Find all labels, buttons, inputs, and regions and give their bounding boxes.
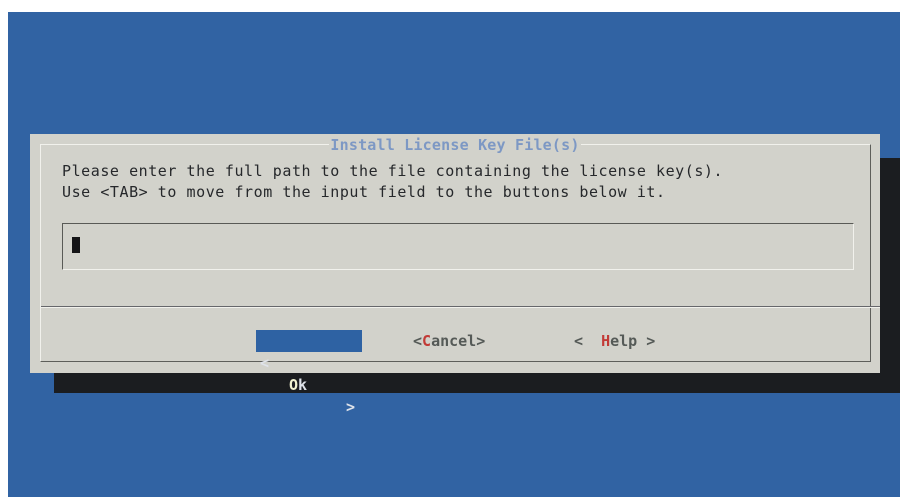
dialog-prompt: Please enter the full path to the file c…: [62, 161, 723, 203]
ok-button-left-bracket: <: [260, 354, 270, 372]
ok-button-hotkey: O: [289, 376, 299, 394]
cancel-button-right-bracket: >: [476, 332, 486, 350]
license-path-input[interactable]: [65, 226, 857, 267]
help-button[interactable]: < Help >: [574, 330, 655, 352]
ok-button-label: Ok: [289, 374, 307, 396]
text-cursor: [72, 237, 80, 253]
dialog-title: Install License Key File(s): [30, 136, 880, 154]
cancel-button[interactable]: <Cancel>: [413, 330, 485, 352]
ok-button-right-bracket: >: [346, 398, 356, 416]
cancel-button-label-rest: ancel: [431, 332, 477, 350]
ok-button-label-rest: k: [298, 376, 308, 394]
license-key-dialog: Install License Key File(s) Please enter…: [30, 134, 880, 416]
prompt-line-2: Use <TAB> to move from the input field t…: [62, 183, 666, 201]
ok-button[interactable]: < Ok >: [256, 330, 362, 416]
cancel-button-hotkey: C: [422, 332, 432, 350]
button-row: < Ok > <Cancel> < Help >: [30, 330, 880, 416]
dialog-title-text: Install License Key File(s): [329, 136, 581, 154]
license-path-field-frame: [62, 223, 857, 270]
terminal-screen: Install License Key File(s) Please enter…: [8, 12, 900, 497]
help-button-right-bracket: >: [646, 332, 656, 350]
prompt-line-1: Please enter the full path to the file c…: [62, 162, 724, 180]
help-button-left-bracket: <: [574, 332, 584, 350]
button-area-divider-highlight: [41, 307, 880, 308]
help-button-hotkey: H: [601, 332, 611, 350]
help-button-label-rest: elp: [610, 332, 638, 350]
cancel-button-left-bracket: <: [413, 332, 423, 350]
